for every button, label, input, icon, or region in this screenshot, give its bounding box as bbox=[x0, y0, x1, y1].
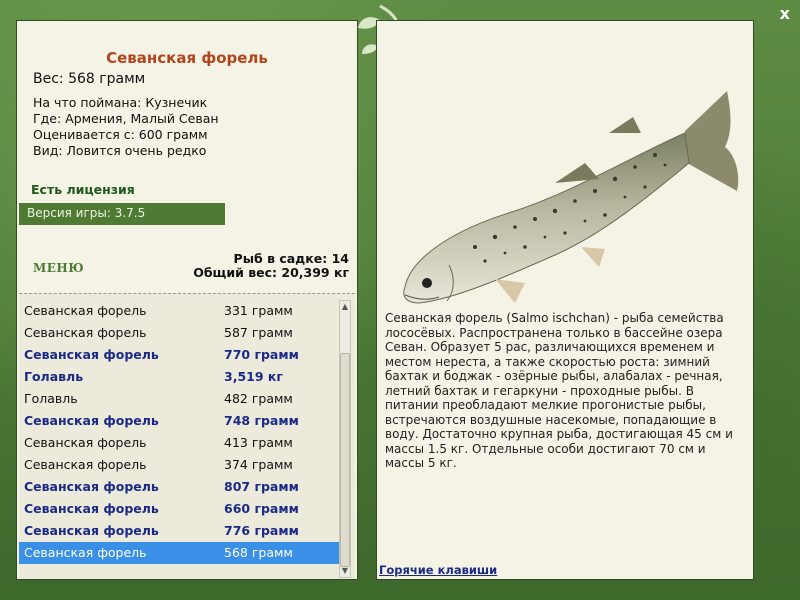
fish-title: Севанская форель bbox=[106, 49, 268, 67]
catch-fish-weight: 770 грамм bbox=[224, 347, 299, 362]
fish-description-panel: Севанская форель (Salmo ischchan) - рыба… bbox=[376, 20, 754, 580]
catch-list-row[interactable]: Севанская форель 568 грамм bbox=[19, 542, 339, 564]
catch-fish-name: Севанская форель bbox=[24, 523, 159, 538]
catch-list-row[interactable]: Севанская форель 660 грамм bbox=[19, 498, 339, 520]
catch-fish-name: Севанская форель bbox=[24, 435, 147, 450]
value-info: Оценивается с: 600 грамм bbox=[33, 127, 208, 142]
catch-fish-weight: 587 грамм bbox=[224, 325, 293, 340]
catch-list: Севанская форель 331 грамм Севанская форел… bbox=[19, 300, 339, 564]
catch-list-row[interactable]: Голавль 482 грамм bbox=[19, 388, 339, 410]
catch-list-row[interactable]: Севанская форель 587 грамм bbox=[19, 322, 339, 344]
catch-list-container: Севанская форель 331 грамм Севанская форел… bbox=[19, 293, 355, 579]
scroll-down-arrow-icon[interactable]: ▼ bbox=[340, 565, 350, 577]
catch-list-row[interactable]: Севанская форель 770 грамм bbox=[19, 344, 339, 366]
catch-fish-weight: 374 грамм bbox=[224, 457, 293, 472]
version-bar: Версия игры: 3.7.5 bbox=[19, 203, 225, 225]
catch-fish-weight: 748 грамм bbox=[224, 413, 299, 428]
catch-fish-name: Севанская форель bbox=[24, 325, 147, 340]
catch-fish-name: Севанская форель bbox=[24, 501, 159, 516]
rarity-info: Вид: Ловится очень редко bbox=[33, 143, 207, 158]
catch-fish-name: Севанская форель bbox=[24, 545, 147, 560]
keep-total-weight: Общий вес: 20,399 кг bbox=[193, 265, 349, 280]
close-icon[interactable]: x bbox=[780, 4, 790, 23]
catch-fish-weight: 482 грамм bbox=[224, 391, 293, 406]
bait-info: На что поймана: Кузнечик bbox=[33, 95, 208, 110]
catch-fish-name: Севанская форель bbox=[24, 457, 147, 472]
catch-list-row[interactable]: Севанская форель 776 грамм bbox=[19, 520, 339, 542]
catch-fish-name: Севанская форель bbox=[24, 479, 159, 494]
catch-fish-weight: 568 грамм bbox=[224, 545, 293, 560]
catch-fish-name: Севанская форель bbox=[24, 303, 147, 318]
catch-fish-name: Голавль bbox=[24, 391, 78, 406]
location-info: Где: Армения, Малый Севан bbox=[33, 111, 219, 126]
scroll-up-arrow-icon[interactable]: ▲ bbox=[340, 301, 350, 313]
license-status: Есть лицензия bbox=[31, 182, 135, 197]
catch-fish-name: Севанская форель bbox=[24, 413, 159, 428]
menu-button[interactable]: МЕНЮ bbox=[33, 261, 84, 275]
catch-list-row[interactable]: Севанская форель 413 грамм bbox=[19, 432, 339, 454]
catch-fish-weight: 331 грамм bbox=[224, 303, 293, 318]
catch-list-row[interactable]: Севанская форель 374 грамм bbox=[19, 454, 339, 476]
trout-image bbox=[403, 91, 739, 304]
catch-fish-name: Севанская форель bbox=[24, 347, 159, 362]
catch-fish-name: Голавль bbox=[24, 369, 84, 384]
keep-count: Рыб в садке: 14 bbox=[233, 251, 349, 266]
catch-fish-weight: 3,519 кг bbox=[224, 369, 283, 384]
keep-stats: Рыб в садке: 14 Общий вес: 20,399 кг bbox=[193, 252, 349, 280]
footer-strip bbox=[0, 586, 800, 600]
fish-info-panel: Севанская форель Вес: 568 грамм На что п… bbox=[16, 20, 358, 580]
fish-weight: Вес: 568 грамм bbox=[33, 71, 146, 87]
catch-list-row[interactable]: Голавль 3,519 кг bbox=[19, 366, 339, 388]
catch-fish-weight: 807 грамм bbox=[224, 479, 299, 494]
catch-list-row[interactable]: Севанская форель 748 грамм bbox=[19, 410, 339, 432]
catch-fish-weight: 413 грамм bbox=[224, 435, 293, 450]
catch-list-row[interactable]: Севанская форель 807 грамм bbox=[19, 476, 339, 498]
fish-description: Севанская форель (Salmo ischchan) - рыба… bbox=[385, 311, 733, 470]
catch-fish-weight: 660 грамм bbox=[224, 501, 299, 516]
catch-list-scrollbar[interactable]: ▲ ▼ bbox=[339, 300, 351, 578]
scroll-thumb[interactable] bbox=[340, 353, 350, 567]
hotkeys-link[interactable]: Горячие клавиши bbox=[379, 563, 497, 577]
catch-list-row[interactable]: Севанская форель 331 грамм bbox=[19, 300, 339, 322]
catch-fish-weight: 776 грамм bbox=[224, 523, 299, 538]
